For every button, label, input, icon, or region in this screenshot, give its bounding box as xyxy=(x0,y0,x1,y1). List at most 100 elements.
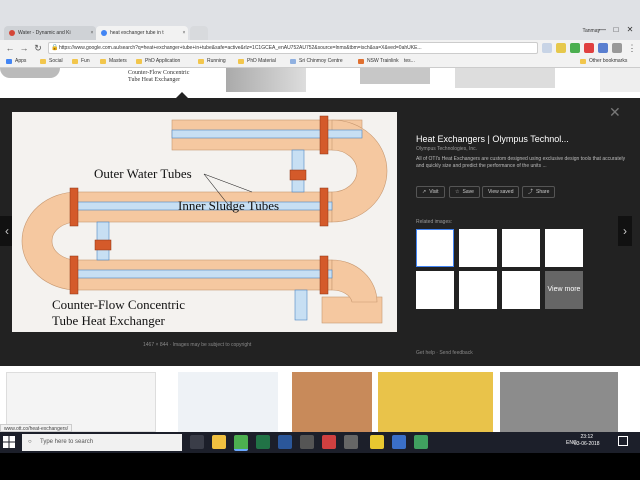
bookmark-masters[interactable]: Masters xyxy=(100,58,127,64)
result-thumbnail[interactable] xyxy=(226,68,306,92)
tab-favicon-icon xyxy=(9,30,15,36)
caption-line: Tube Heat Exchanger xyxy=(128,77,181,83)
image-caption: 1467 × 844 · Images may be subject to co… xyxy=(143,342,252,348)
diagram-title-line2: Tube Heat Exchanger xyxy=(52,313,166,328)
copyright-note: Images may be subject to copyright xyxy=(172,342,252,348)
related-image[interactable] xyxy=(502,271,540,309)
image-title-link[interactable]: Heat Exchangers | Olympus Technol... xyxy=(416,134,569,144)
tab-heat-exchanger[interactable]: heat exchanger tube in t × xyxy=(96,26,188,40)
next-image-icon[interactable]: › xyxy=(618,216,632,246)
result-thumbnail[interactable] xyxy=(6,372,156,432)
related-image[interactable] xyxy=(416,229,454,267)
result-thumbnail[interactable] xyxy=(378,372,493,432)
status-bar-url: www.ott.co/heat-exchangers/ xyxy=(0,424,73,432)
bookmark-phd-application[interactable]: PhD Application xyxy=(136,58,180,64)
bookmark-label: Fun xyxy=(81,58,90,64)
screen-bezel xyxy=(0,453,640,480)
close-icon[interactable]: ✕ xyxy=(609,104,621,121)
bookmark-social[interactable]: Social xyxy=(40,58,63,64)
bookmark-apps[interactable]: Apps xyxy=(6,58,26,64)
search-icon: ○ xyxy=(28,439,32,445)
menu-icon[interactable]: ⋮ xyxy=(626,42,638,54)
lock-icon: 🔒 xyxy=(51,45,59,51)
minimize-icon[interactable]: — xyxy=(596,24,608,36)
forward-icon[interactable]: → xyxy=(18,42,30,54)
related-image[interactable] xyxy=(459,229,497,267)
result-thumbnail[interactable] xyxy=(0,68,60,78)
visit-button[interactable]: ↗ Visit xyxy=(416,186,445,198)
action-center-icon[interactable] xyxy=(618,436,628,446)
folder-icon xyxy=(136,58,142,64)
result-thumbnail[interactable] xyxy=(455,68,555,88)
star-icon: ☆ xyxy=(455,189,460,195)
bookmark-label: Masters xyxy=(109,58,127,64)
close-tab-icon[interactable]: × xyxy=(88,30,96,36)
bookmark-star-icon[interactable] xyxy=(542,43,552,53)
new-tab-button[interactable] xyxy=(190,26,208,40)
bookmark-nsw-trainlink[interactable]: NSW Trainlink xyxy=(358,58,399,64)
other-bookmarks[interactable]: Other bookmarks xyxy=(580,58,627,64)
related-image[interactable] xyxy=(416,271,454,309)
result-thumbnail-caption[interactable]: Counter-Flow Concentric Tube Heat Exchan… xyxy=(128,70,189,84)
result-thumbnail[interactable] xyxy=(292,372,372,432)
result-thumbnail[interactable] xyxy=(360,68,430,84)
folder-icon xyxy=(198,58,204,64)
taskbar-app-icon[interactable] xyxy=(370,435,384,449)
image-description: All of OTI's Heat Exchangers are custom … xyxy=(416,156,626,169)
extension-icon[interactable] xyxy=(570,43,580,53)
tab-water[interactable]: Water - Dynamic and Ki × xyxy=(4,26,96,40)
extension-icon[interactable] xyxy=(556,43,566,53)
bookmark-fun[interactable]: Fun xyxy=(72,58,90,64)
image-size: 1467 × 844 xyxy=(143,342,169,348)
related-image[interactable] xyxy=(459,271,497,309)
selected-image[interactable]: Outer Water Tubes Inner Sludge Tubes Cou… xyxy=(12,112,397,332)
folder-icon xyxy=(100,58,106,64)
apps-icon xyxy=(6,58,12,64)
bookmark-label: Social xyxy=(49,58,63,64)
windows-start-icon[interactable] xyxy=(3,436,15,448)
taskbar-app-icon[interactable] xyxy=(256,435,270,449)
chrome-icon[interactable] xyxy=(234,435,248,451)
panel-footer[interactable]: Get help · Send feedback xyxy=(416,350,473,356)
extension-icon[interactable] xyxy=(598,43,608,53)
view-saved-button[interactable]: View saved xyxy=(482,186,520,198)
bookmark-sri-chinmoy[interactable]: Sri Chinmoy Centre xyxy=(290,58,343,64)
extension-icon[interactable] xyxy=(584,43,594,53)
result-thumbnail[interactable] xyxy=(500,372,618,432)
bookmark-phd-material[interactable]: PhD Material xyxy=(238,58,276,64)
clock[interactable]: 23:12 03-06-2018 xyxy=(574,434,600,448)
related-image[interactable] xyxy=(545,229,583,267)
clock-time: 23:12 xyxy=(580,434,594,440)
save-button[interactable]: ☆ Save xyxy=(449,186,480,198)
taskbar-app-icon[interactable] xyxy=(414,435,428,449)
extension-icon[interactable] xyxy=(612,43,622,53)
view-more-button[interactable]: View more xyxy=(545,271,583,309)
folder-icon xyxy=(72,58,78,64)
share-button[interactable]: ⤴ Share xyxy=(522,186,556,198)
back-icon[interactable]: ← xyxy=(4,42,16,54)
bookmark-label: PhD Application xyxy=(145,58,181,64)
button-label: View saved xyxy=(488,189,514,195)
taskbar-app-icon[interactable] xyxy=(392,435,406,449)
taskbar-app-icon[interactable] xyxy=(344,435,358,449)
caption-line: Counter-Flow Concentric xyxy=(128,70,190,76)
address-bar[interactable]: 🔒 https://www.google.com.au/search?q=hea… xyxy=(48,42,538,54)
taskbar-app-icon[interactable] xyxy=(300,435,314,449)
file-explorer-icon[interactable] xyxy=(212,435,226,449)
result-thumbnail[interactable] xyxy=(600,68,640,92)
maximize-icon[interactable]: □ xyxy=(610,24,622,36)
bookmark-running[interactable]: Running xyxy=(198,58,226,64)
search-placeholder: Type here to search xyxy=(40,439,94,445)
bookmark-more[interactable]: tes... xyxy=(404,58,415,64)
reload-icon[interactable]: ↻ xyxy=(32,42,44,54)
related-image[interactable] xyxy=(502,229,540,267)
result-thumbnail[interactable] xyxy=(178,372,278,432)
close-window-icon[interactable]: ✕ xyxy=(624,24,636,36)
folder-icon xyxy=(238,58,244,64)
bookmark-label: PhD Material xyxy=(247,58,276,64)
taskbar-search-input[interactable]: ○ Type here to search xyxy=(22,434,182,451)
task-view-icon[interactable] xyxy=(190,435,204,449)
close-tab-icon[interactable]: × xyxy=(180,30,188,36)
taskbar-app-icon[interactable] xyxy=(278,435,292,449)
taskbar-app-icon[interactable] xyxy=(322,435,336,449)
